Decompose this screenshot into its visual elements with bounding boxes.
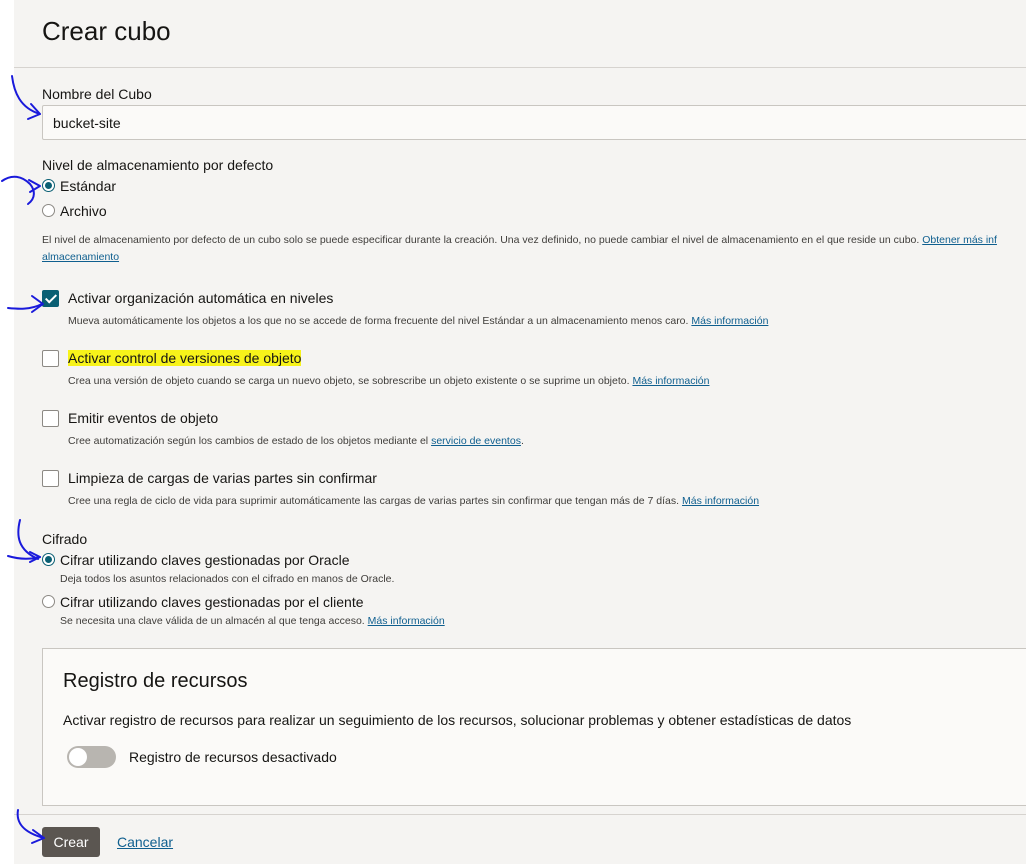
bucket-name-input[interactable] — [42, 105, 1026, 140]
panel-footer: Crear Cancelar — [14, 814, 1026, 864]
emit-events-description-text: Cree automatización según los cambios de… — [68, 435, 429, 447]
customer-keys-more-info-link[interactable]: Más información — [368, 615, 445, 627]
resource-logging-title: Registro de recursos — [63, 670, 248, 692]
multipart-cleanup-more-info-link[interactable]: Más información — [682, 495, 759, 507]
cancel-link[interactable]: Cancelar — [117, 834, 173, 850]
radio-standard-label: Estándar — [60, 178, 117, 194]
radio-oracle-keys[interactable] — [42, 553, 55, 566]
multipart-cleanup-label: Limpieza de cargas de varias partes sin … — [68, 470, 377, 486]
object-versioning-description: Crea una versión de objeto cuando se car… — [68, 375, 709, 387]
object-versioning-label: Activar control de versiones de objeto — [68, 350, 302, 366]
bucket-name-label: Nombre del Cubo — [42, 86, 152, 102]
encryption-label: Cifrado — [42, 531, 88, 547]
emit-events-checkbox[interactable] — [42, 410, 59, 427]
radio-customer-keys-label: Cifrar utilizando claves gestionadas por… — [60, 594, 364, 610]
resource-logging-toggle-label: Registro de recursos desactivado — [129, 749, 337, 765]
resource-logging-card: Registro de recursos Activar registro de… — [42, 648, 1026, 806]
multipart-cleanup-description-text: Cree una regla de ciclo de vida para sup… — [68, 495, 680, 507]
storage-tier-label: Nivel de almacenamiento por defecto — [42, 157, 274, 173]
auto-tiering-description: Mueva automáticamente los objetos a los … — [68, 315, 768, 327]
radio-archive[interactable] — [42, 204, 55, 217]
storage-tier-help-text: El nivel de almacenamiento por defecto d… — [42, 234, 920, 246]
events-service-link[interactable]: servicio de eventos — [431, 435, 521, 447]
resource-logging-toggle[interactable] — [67, 746, 116, 768]
radio-customer-keys[interactable] — [42, 595, 55, 608]
page-title: Crear cubo — [42, 16, 171, 46]
create-button[interactable]: Crear — [42, 827, 100, 857]
panel-header: Crear cubo — [14, 0, 1026, 68]
multipart-cleanup-description: Cree una regla de ciclo de vida para sup… — [68, 495, 759, 507]
object-versioning-description-text: Crea una versión de objeto cuando se car… — [68, 375, 630, 387]
auto-tiering-description-text: Mueva automáticamente los objetos a los … — [68, 315, 689, 327]
oracle-keys-description: Deja todos los asuntos relacionados con … — [60, 573, 395, 585]
emit-events-description-suffix: . — [520, 435, 524, 447]
emit-events-description: Cree automatización según los cambios de… — [68, 435, 524, 447]
storage-tier-help: El nivel de almacenamiento por defecto d… — [42, 234, 997, 246]
radio-oracle-keys-label: Cifrar utilizando claves gestionadas por… — [60, 552, 350, 568]
create-bucket-panel: Crear cubo Nombre del Cubo Nivel de alma… — [14, 0, 1026, 864]
customer-keys-description-text: Se necesita una clave válida de un almac… — [60, 615, 365, 627]
storage-tier-help-link[interactable]: Obtener más inf — [922, 234, 997, 246]
object-versioning-checkbox[interactable] — [42, 350, 59, 367]
customer-keys-description: Se necesita una clave válida de un almac… — [60, 615, 445, 627]
object-versioning-more-info-link[interactable]: Más información — [632, 375, 709, 387]
auto-tiering-more-info-link[interactable]: Más información — [691, 315, 768, 327]
multipart-cleanup-checkbox[interactable] — [42, 470, 59, 487]
radio-archive-label: Archivo — [60, 203, 107, 219]
auto-tiering-checkbox[interactable] — [42, 290, 59, 307]
storage-tier-help-link-continued[interactable]: almacenamiento — [42, 251, 119, 263]
auto-tiering-label: Activar organización automática en nivel… — [68, 290, 334, 306]
resource-logging-description: Activar registro de recursos para realiz… — [63, 712, 852, 728]
radio-standard[interactable] — [42, 179, 55, 192]
emit-events-label: Emitir eventos de objeto — [68, 410, 219, 426]
